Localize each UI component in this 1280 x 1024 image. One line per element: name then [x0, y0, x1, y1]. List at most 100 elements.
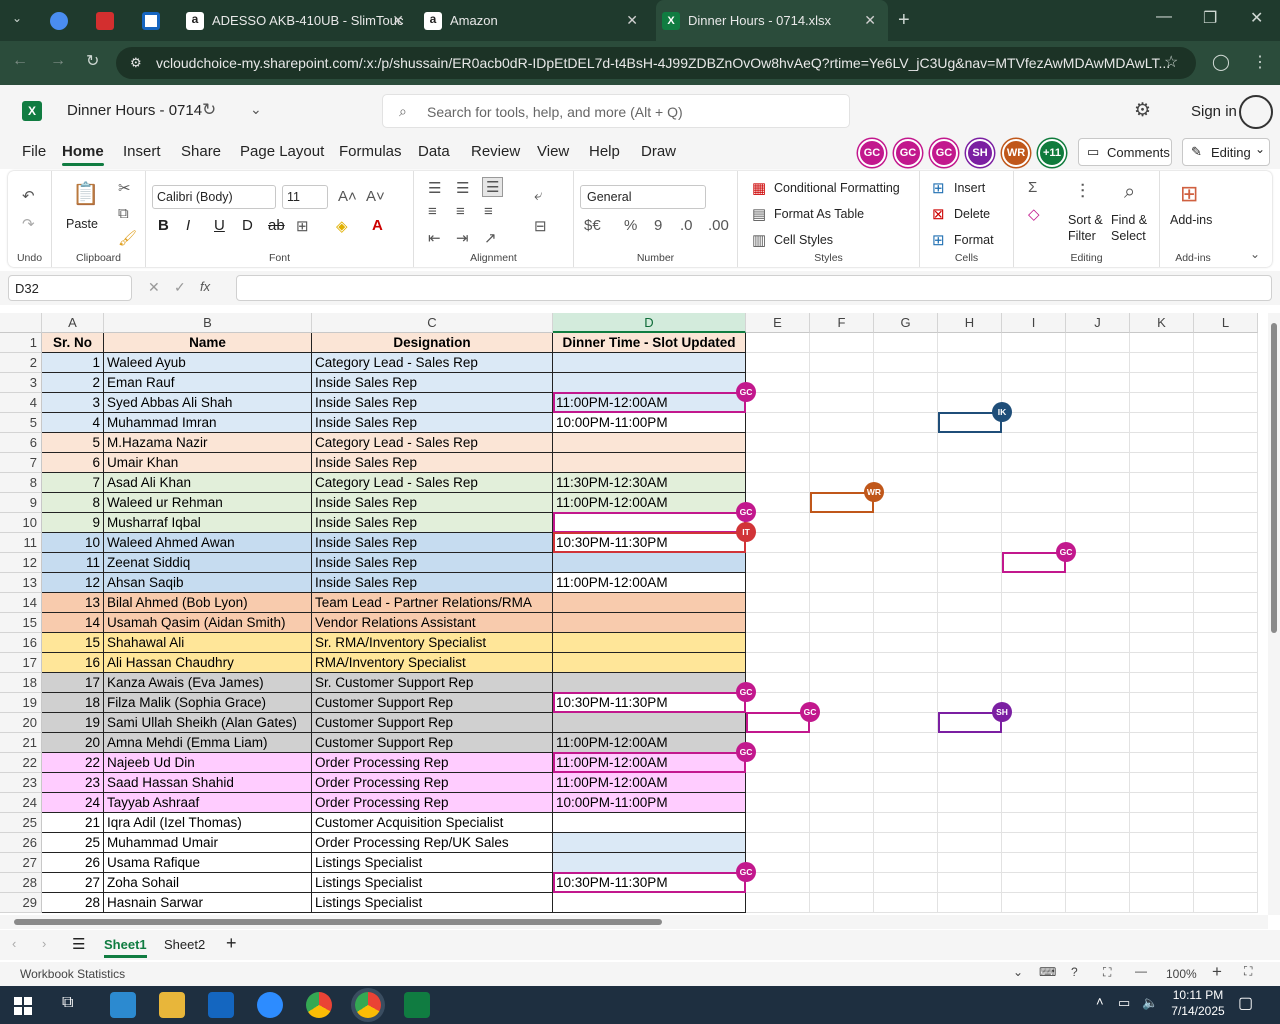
vertical-scroll-thumb[interactable] — [1271, 323, 1277, 633]
cell-K17[interactable] — [1130, 653, 1194, 673]
column-header[interactable]: F — [810, 313, 874, 333]
cell-D17[interactable] — [553, 653, 746, 673]
cell-A6[interactable]: 5 — [42, 433, 104, 453]
sort-filter-label-1[interactable]: Sort & — [1068, 213, 1103, 227]
column-header[interactable]: C — [312, 313, 553, 333]
tab-dinner-hours[interactable]: X Dinner Hours - 0714.xlsx ✕ — [656, 0, 888, 41]
merge-cells-icon[interactable]: ⊟ — [534, 217, 547, 235]
cell-H26[interactable] — [938, 833, 1002, 853]
cut-scissors-icon[interactable]: ✂ — [118, 179, 131, 197]
cell-L15[interactable] — [1194, 613, 1258, 633]
cell-L26[interactable] — [1194, 833, 1258, 853]
cell-A26[interactable]: 25 — [42, 833, 104, 853]
cell-A15[interactable]: 14 — [42, 613, 104, 633]
cell-K21[interactable] — [1130, 733, 1194, 753]
row-header[interactable]: 22 — [0, 753, 42, 773]
collaborator-avatar[interactable]: GC — [894, 139, 922, 167]
cell-C9[interactable]: Inside Sales Rep — [312, 493, 553, 513]
cell-B1[interactable]: Name — [104, 333, 312, 353]
cell-C20[interactable]: Customer Support Rep — [312, 713, 553, 733]
cell-I15[interactable] — [1002, 613, 1066, 633]
cell-G11[interactable] — [874, 533, 938, 553]
cell-A10[interactable]: 9 — [42, 513, 104, 533]
cell-I5[interactable] — [1002, 413, 1066, 433]
tab-file[interactable]: File — [22, 143, 46, 160]
row-header[interactable]: 29 — [0, 893, 42, 913]
comments-button[interactable]: ▭ Comments — [1078, 138, 1172, 166]
cell-I17[interactable] — [1002, 653, 1066, 673]
chrome-profile-icon[interactable] — [355, 992, 381, 1018]
cell-J22[interactable] — [1066, 753, 1130, 773]
close-window-icon[interactable]: ✕ — [1250, 8, 1263, 28]
cell-A7[interactable]: 6 — [42, 453, 104, 473]
collaborator-presence-badge[interactable]: GC — [736, 502, 756, 522]
close-tab-icon[interactable]: ✕ — [392, 12, 404, 29]
cell-I25[interactable] — [1002, 813, 1066, 833]
cell-J6[interactable] — [1066, 433, 1130, 453]
cell-B5[interactable]: Muhammad Imran — [104, 413, 312, 433]
find-select-label-2[interactable]: Select — [1111, 229, 1146, 243]
cell-H7[interactable] — [938, 453, 1002, 473]
cell-I9[interactable] — [1002, 493, 1066, 513]
collaborator-avatar[interactable]: GC — [858, 139, 886, 167]
cell-C6[interactable]: Category Lead - Sales Rep — [312, 433, 553, 453]
cell-B29[interactable]: Hasnain Sarwar — [104, 893, 312, 913]
cell-G18[interactable] — [874, 673, 938, 693]
cell-K25[interactable] — [1130, 813, 1194, 833]
strikethrough-icon[interactable]: ab — [268, 217, 285, 234]
row-header[interactable]: 14 — [0, 593, 42, 613]
cell-E4[interactable] — [746, 393, 810, 413]
tab-formulas[interactable]: Formulas — [339, 143, 402, 160]
cell-D2[interactable] — [553, 353, 746, 373]
cell-G29[interactable] — [874, 893, 938, 913]
cell-I10[interactable] — [1002, 513, 1066, 533]
cell-G6[interactable] — [874, 433, 938, 453]
cell-C23[interactable]: Order Processing Rep — [312, 773, 553, 793]
cell-D15[interactable] — [553, 613, 746, 633]
app-icon[interactable] — [110, 992, 136, 1018]
row-header[interactable]: 4 — [0, 393, 42, 413]
cell-K5[interactable] — [1130, 413, 1194, 433]
row-header[interactable]: 23 — [0, 773, 42, 793]
cell-B20[interactable]: Sami Ullah Sheikh (Alan Gates) — [104, 713, 312, 733]
cell-H18[interactable] — [938, 673, 1002, 693]
row-header[interactable]: 25 — [0, 813, 42, 833]
cell-C26[interactable]: Order Processing Rep/UK Sales — [312, 833, 553, 853]
cell-B25[interactable]: Iqra Adil (Izel Thomas) — [104, 813, 312, 833]
row-header[interactable]: 1 — [0, 333, 42, 353]
cell-H8[interactable] — [938, 473, 1002, 493]
cell-D13[interactable]: 11:00PM-12:00AM — [553, 573, 746, 593]
cell-K6[interactable] — [1130, 433, 1194, 453]
cell-H25[interactable] — [938, 813, 1002, 833]
cell-D24[interactable]: 10:00PM-11:00PM — [553, 793, 746, 813]
cell-L12[interactable] — [1194, 553, 1258, 573]
cell-L24[interactable] — [1194, 793, 1258, 813]
cell-F26[interactable] — [810, 833, 874, 853]
cell-E23[interactable] — [746, 773, 810, 793]
cell-H6[interactable] — [938, 433, 1002, 453]
cell-D26[interactable] — [553, 833, 746, 853]
increase-indent-icon[interactable]: ⇥ — [456, 229, 469, 247]
cell-B8[interactable]: Asad Ali Khan — [104, 473, 312, 493]
editing-mode-button[interactable]: ✎ Editing ⌄ — [1182, 138, 1270, 166]
cell-F22[interactable] — [810, 753, 874, 773]
format-painter-icon[interactable]: 🖌 — [118, 229, 137, 247]
cell-C21[interactable]: Customer Support Rep — [312, 733, 553, 753]
cell-I23[interactable] — [1002, 773, 1066, 793]
cell-C22[interactable]: Order Processing Rep — [312, 753, 553, 773]
tab-share[interactable]: Share — [181, 143, 221, 160]
cell-G23[interactable] — [874, 773, 938, 793]
cell-J10[interactable] — [1066, 513, 1130, 533]
cell-F2[interactable] — [810, 353, 874, 373]
cell-I26[interactable] — [1002, 833, 1066, 853]
cell-H17[interactable] — [938, 653, 1002, 673]
collaborator-presence-badge[interactable]: IK — [992, 402, 1012, 422]
settings-gear-icon[interactable]: ⚙ — [1134, 99, 1151, 122]
cell-B27[interactable]: Usama Rafique — [104, 853, 312, 873]
row-header[interactable]: 6 — [0, 433, 42, 453]
cell-F7[interactable] — [810, 453, 874, 473]
cell-G9[interactable] — [874, 493, 938, 513]
cell-L19[interactable] — [1194, 693, 1258, 713]
format-cells-button[interactable]: Format — [954, 233, 994, 247]
increase-font-icon[interactable]: A˄ — [338, 188, 357, 205]
